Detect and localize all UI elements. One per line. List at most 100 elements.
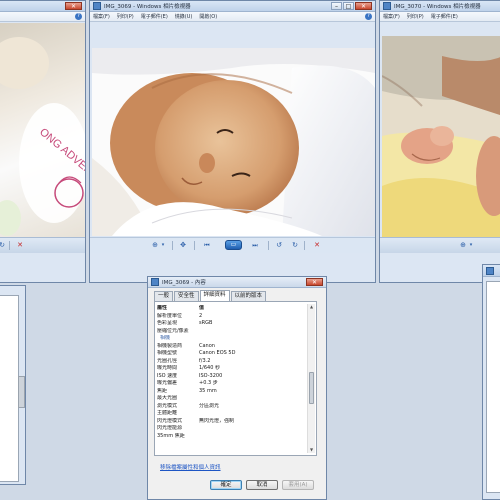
center-photo xyxy=(92,48,375,236)
right-window-toolbar: ⊕ ▾ xyxy=(380,237,500,253)
property-row[interactable]: 曝光偏差 +0.3 步 xyxy=(157,380,307,388)
property-value: sRGB xyxy=(199,320,213,326)
chevron-down-icon[interactable]: ▾ xyxy=(158,241,168,250)
property-value: +0.3 步 xyxy=(199,380,218,386)
rotate-right-icon[interactable]: ↻ xyxy=(0,241,7,250)
right-lower-titlebar[interactable] xyxy=(483,265,500,277)
left-window-titlebar[interactable]: ✕ xyxy=(0,1,85,12)
property-row[interactable]: 相機型號 Canon EOS 5D xyxy=(157,350,307,358)
photo-viewer-icon xyxy=(486,267,494,275)
scroll-down-icon[interactable]: ▼ xyxy=(308,447,315,453)
column-header-property[interactable]: 屬性 xyxy=(157,305,197,313)
toolbar-separator xyxy=(172,241,173,250)
property-name: 35mm 焦距 xyxy=(157,432,185,439)
close-button[interactable]: ✕ xyxy=(306,278,323,286)
photo-viewer-icon xyxy=(93,2,101,10)
fit-icon[interactable]: ✥ xyxy=(178,241,188,250)
property-row[interactable]: 解析度單位 2 xyxy=(157,313,307,321)
property-row[interactable]: 閃光燈模式 無閃光燈，強制 xyxy=(157,418,307,426)
column-header-value[interactable]: 值 xyxy=(197,305,307,313)
ok-button[interactable]: 確定 xyxy=(210,480,242,490)
property-value: Canon xyxy=(199,342,215,349)
right-lower-window xyxy=(482,264,500,500)
property-name: 相機製造商 xyxy=(157,342,183,349)
property-row[interactable]: 主體距離 xyxy=(157,410,307,418)
property-value: 2 xyxy=(199,312,203,319)
menu-file[interactable]: 檔案(F) xyxy=(93,13,110,20)
property-name: 最大光圈 xyxy=(157,395,178,401)
rotate-left-icon[interactable]: ↺ xyxy=(274,241,284,250)
menu-file[interactable]: 檔案(F) xyxy=(383,13,400,20)
property-row[interactable]: 最大光圈 xyxy=(157,395,307,403)
property-row[interactable]: 光圈孔徑 f/3.2 xyxy=(157,358,307,366)
delete-icon[interactable]: ✕ xyxy=(15,241,25,250)
close-button[interactable]: ✕ xyxy=(355,2,372,10)
delete-icon[interactable]: ✕ xyxy=(312,241,322,250)
property-value: f/3.2 xyxy=(199,357,211,364)
property-rows: 解析度單位 2 色彩呈現 sRGB 壓縮位元/像素 相機 相機製造商 Canon 相機型號 Can… xyxy=(157,313,307,441)
apply-button[interactable]: 套用(A) xyxy=(282,480,314,490)
scroll-up-icon[interactable]: ▲ xyxy=(308,304,315,310)
right-photo-viewer-window: IMG_3070 - Windows 相片檢視器 檔案(F) 列印(P) 電子郵… xyxy=(379,0,500,283)
property-name: 相機 xyxy=(160,335,171,341)
property-group-header[interactable]: 相機 xyxy=(157,335,307,343)
property-value: 1/640 秒 xyxy=(199,365,220,371)
left-lower-content xyxy=(0,295,19,482)
property-value xyxy=(197,433,307,441)
slideshow-icon[interactable]: ▭ xyxy=(225,240,242,250)
tab-general[interactable]: 一般 xyxy=(154,291,174,301)
property-row[interactable]: 35mm 焦距 xyxy=(157,433,307,441)
left-photo: ONG ADVENT xyxy=(0,23,85,239)
next-icon[interactable]: ⏭ xyxy=(250,241,260,250)
right-photo xyxy=(382,36,500,248)
menu-open[interactable]: 開啟(O) xyxy=(199,13,217,20)
property-row[interactable]: ISO 速度 ISO-3200 xyxy=(157,373,307,381)
toolbar-separator xyxy=(9,241,10,250)
properties-dialog-titlebar[interactable]: IMG_3069 - 內容 ✕ xyxy=(148,277,326,288)
property-grid-header: 屬性 值 xyxy=(157,305,307,313)
minimize-button[interactable]: – xyxy=(331,2,342,10)
help-icon[interactable]: ? xyxy=(365,13,372,20)
left-window-menubar: ? xyxy=(0,12,85,22)
property-name: 閃光燈模式 xyxy=(157,417,183,424)
menu-email[interactable]: 電子郵件(E) xyxy=(141,13,168,20)
property-name: 主體距離 xyxy=(157,410,178,416)
menu-email[interactable]: 電子郵件(E) xyxy=(431,13,458,20)
property-name: 相機型號 xyxy=(157,350,178,356)
menu-print[interactable]: 列印(P) xyxy=(407,13,424,20)
scrollbar-thumb[interactable] xyxy=(18,376,25,408)
property-row[interactable]: 相機製造商 Canon xyxy=(157,343,307,351)
property-row[interactable]: 測光模式 分區測光 xyxy=(157,403,307,411)
property-name: 焦距 xyxy=(157,387,168,394)
photo-viewer-icon xyxy=(383,2,391,10)
property-name: 測光模式 xyxy=(157,402,178,409)
help-icon[interactable]: ? xyxy=(75,13,82,20)
property-value: ISO-3200 xyxy=(199,372,223,379)
right-window-titlebar[interactable]: IMG_3070 - Windows 相片檢視器 xyxy=(380,1,500,12)
property-value xyxy=(200,335,307,343)
tab-previous-versions[interactable]: 以前的版本 xyxy=(230,291,267,301)
remove-properties-link[interactable]: 移除檔案屬性和個人資訊 xyxy=(160,463,221,471)
menu-burn[interactable]: 燒錄(U) xyxy=(175,13,193,20)
property-row[interactable]: 閃光燈能源 xyxy=(157,425,307,433)
cancel-button[interactable]: 取消 xyxy=(246,480,278,490)
close-button[interactable]: ✕ xyxy=(65,2,82,10)
details-scrollbar[interactable]: ▲ ▼ xyxy=(307,304,315,453)
tab-security[interactable]: 安全性 xyxy=(174,291,199,301)
menu-print[interactable]: 列印(P) xyxy=(117,13,134,20)
tab-details[interactable]: 詳細資料 xyxy=(199,290,230,301)
property-row[interactable]: 焦距 35 mm xyxy=(157,388,307,396)
property-name: 壓縮位元/像素 xyxy=(157,327,189,334)
property-row[interactable]: 色彩呈現 sRGB xyxy=(157,320,307,328)
maximize-button[interactable]: □ xyxy=(343,2,354,10)
details-panel: 屬性 值 解析度單位 2 色彩呈現 sRGB 壓縮位元/像素 相機 相機製造商 Canon 相機… xyxy=(154,301,317,456)
center-window-title: IMG_3069 - Windows 相片檢視器 xyxy=(104,4,191,10)
chevron-down-icon[interactable]: ▾ xyxy=(466,241,476,250)
rotate-right-icon[interactable]: ↻ xyxy=(290,241,300,250)
previous-icon[interactable]: ⏮ xyxy=(202,241,212,250)
scrollbar-thumb[interactable] xyxy=(309,372,314,404)
center-window-titlebar[interactable]: IMG_3069 - Windows 相片檢視器 – □ ✕ xyxy=(90,1,375,12)
property-row[interactable]: 壓縮位元/像素 xyxy=(157,328,307,336)
property-value: 無閃光燈，強制 xyxy=(199,417,235,424)
property-row[interactable]: 曝光時間 1/640 秒 xyxy=(157,365,307,373)
